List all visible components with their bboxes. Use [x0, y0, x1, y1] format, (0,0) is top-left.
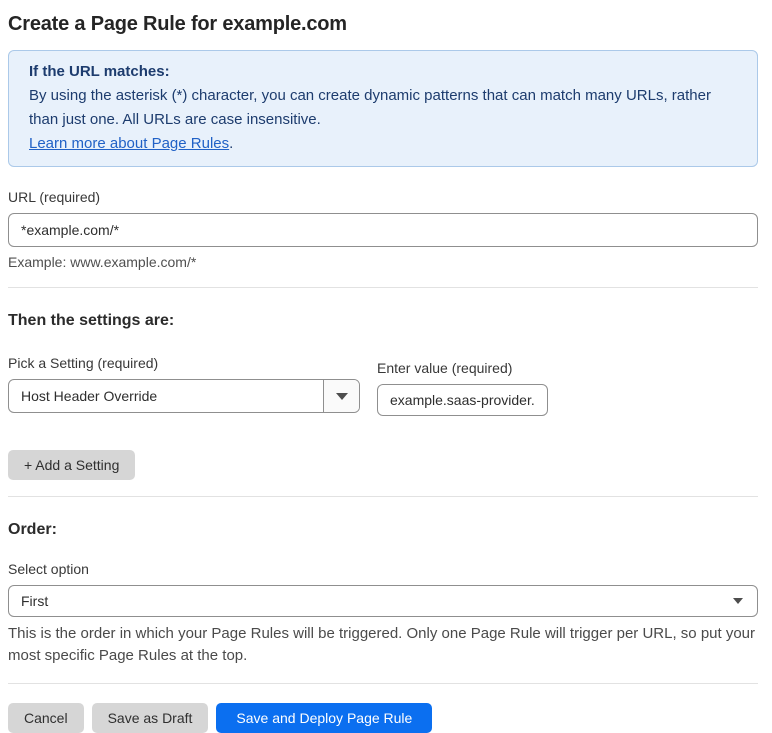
link-suffix: . [229, 135, 234, 152]
info-box-body: By using the asterisk (*) character, you… [29, 87, 711, 128]
caret-down-icon [733, 598, 743, 604]
save-as-draft-button[interactable]: Save as Draft [91, 703, 209, 733]
divider [8, 287, 758, 288]
value-field-label: Enter value (required) [377, 360, 513, 376]
save-and-deploy-button[interactable]: Save and Deploy Page Rule [216, 703, 433, 733]
settings-section-heading: Then the settings are: [8, 312, 175, 329]
setting-value-input[interactable] [377, 384, 548, 416]
url-match-info-box: If the URL matches: By using the asteris… [8, 50, 758, 167]
divider [8, 496, 758, 497]
setting-select-label: Pick a Setting (required) [8, 355, 159, 371]
caret-down-icon [335, 392, 348, 400]
page-title: Create a Page Rule for example.com [8, 13, 347, 35]
order-select-value: First [21, 593, 49, 609]
order-select[interactable]: First [8, 585, 758, 617]
footer-actions: Cancel Save as Draft Save and Deploy Pag… [8, 703, 758, 733]
info-box-link-line: Learn more about Page Rules. [29, 132, 737, 156]
cancel-button[interactable]: Cancel [8, 703, 84, 733]
order-select-caret-wrap [733, 598, 757, 604]
order-section-heading: Order: [8, 521, 57, 538]
info-box-heading: If the URL matches: [29, 63, 170, 80]
divider [8, 683, 758, 684]
order-select-label: Select option [8, 561, 89, 577]
url-input[interactable] [8, 213, 758, 247]
add-setting-button[interactable]: + Add a Setting [8, 450, 136, 480]
settings-row: Pick a Setting (required) Host Header Ov… [8, 355, 758, 416]
setting-value-column: Enter value (required) [377, 355, 548, 416]
learn-more-link[interactable]: Learn more about Page Rules [29, 135, 229, 152]
url-example-helper: Example: www.example.com/* [8, 254, 197, 270]
setting-select[interactable]: Host Header Override [8, 379, 360, 413]
url-field-label: URL (required) [8, 189, 101, 205]
page-rule-form: Create a Page Rule for example.com If th… [0, 0, 772, 733]
setting-select-value: Host Header Override [21, 388, 158, 404]
setting-select-column: Pick a Setting (required) Host Header Ov… [8, 355, 360, 413]
setting-select-caret-section [323, 380, 359, 412]
order-helper-text: This is the order in which your Page Rul… [8, 625, 756, 664]
